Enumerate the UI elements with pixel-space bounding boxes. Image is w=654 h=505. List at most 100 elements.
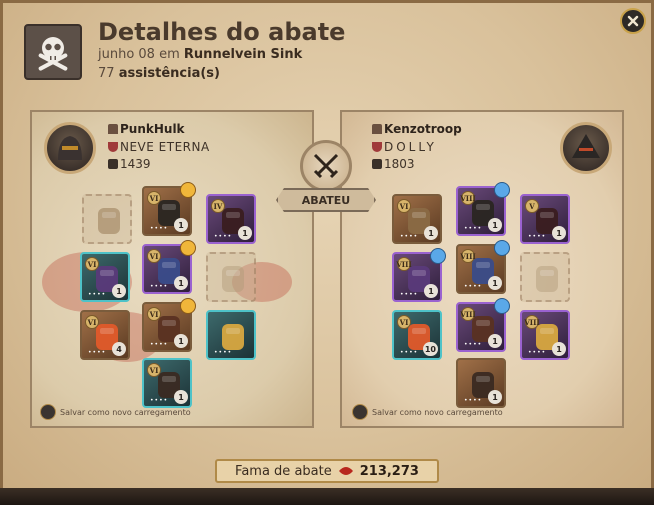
quality-dots: •••• <box>464 397 483 404</box>
victim-slot-cape[interactable]: V 1 •••• <box>520 194 570 244</box>
assist-line: 77 assistência(s) <box>98 66 220 81</box>
victim-save-loadout[interactable]: Salvar como novo carregamento <box>352 404 503 420</box>
victim-guild-text: DOLLY <box>384 140 437 154</box>
tier-badge: VIII <box>524 315 540 329</box>
item-power-icon <box>108 159 118 169</box>
tier-badge: VI <box>147 307 161 321</box>
assist-count: 77 <box>98 66 115 81</box>
player-icon <box>108 124 118 134</box>
bottom-strip <box>0 488 654 505</box>
player-icon <box>372 124 382 134</box>
killer-guild-text: NEVE ETERNA <box>120 140 210 154</box>
killer-save-label: Salvar como novo carregamento <box>60 407 191 417</box>
quality-dots: •••• <box>150 225 169 232</box>
enchantment-icon <box>494 298 510 314</box>
victim-ip-text: 1803 <box>384 157 415 171</box>
tier-badge: VI <box>147 249 161 263</box>
victim-slot-boots[interactable]: VIII 1 •••• <box>456 298 510 352</box>
victim-slot-food[interactable]: VIII 1 •••• <box>520 310 570 360</box>
killer-ip-text: 1439 <box>120 157 151 171</box>
quantity-badge: 4 <box>112 342 126 356</box>
killer-slot-food[interactable]: •••• <box>206 310 256 360</box>
offhand-icon <box>214 260 252 298</box>
guild-shield-icon <box>108 142 118 152</box>
killer-guild: NEVE ETERNA <box>108 140 210 154</box>
tier-badge: VI <box>85 315 99 329</box>
killer-save-loadout[interactable]: Salvar como novo carregamento <box>40 404 191 420</box>
quantity-badge: 1 <box>174 390 188 404</box>
killer-slot-offhand[interactable] <box>206 252 256 302</box>
killer-slot-potion[interactable]: VI 4 •••• <box>80 310 130 360</box>
tier-badge: VIII <box>460 307 476 321</box>
enchantment-icon <box>430 248 446 264</box>
quantity-badge: 1 <box>112 284 126 298</box>
quality-dots: •••• <box>400 349 419 356</box>
victim-slot-offhand[interactable] <box>520 252 570 302</box>
victim-slot-chest[interactable]: VIII 1 •••• <box>456 240 510 294</box>
killer-slot-boots[interactable]: VI 1 •••• <box>142 298 196 352</box>
quantity-badge: 1 <box>488 390 502 404</box>
victim-avatar[interactable] <box>560 122 612 174</box>
victim-name-text: Kenzotroop <box>384 122 462 136</box>
killer-name-text: PunkHulk <box>120 122 185 136</box>
killer-slot-head[interactable]: VI 1 •••• <box>142 182 196 236</box>
quantity-badge: 1 <box>488 276 502 290</box>
crossed-swords-medal <box>300 140 352 192</box>
close-button[interactable] <box>620 8 646 34</box>
killer-slot-weapon[interactable]: VI 1 •••• <box>80 252 130 302</box>
item-power-icon <box>372 159 382 169</box>
victim-slot-weapon[interactable]: VIII 1 •••• <box>392 248 446 302</box>
helmet-icon <box>58 136 82 160</box>
victim-slot-potion[interactable]: VI 10 •••• <box>392 310 442 360</box>
enchantment-icon <box>180 298 196 314</box>
save-loadout-icon <box>40 404 56 420</box>
quantity-badge: 1 <box>238 226 252 240</box>
killer-slot-bag[interactable] <box>82 194 132 244</box>
enchantment-icon <box>494 240 510 256</box>
victim-slot-mount[interactable]: 1 •••• <box>456 358 506 408</box>
killer-avatar[interactable] <box>44 122 96 174</box>
killer-slot-mount[interactable]: VI 1 •••• <box>142 358 192 408</box>
quality-dots: •••• <box>150 397 169 404</box>
assist-label: assistência(s) <box>118 66 220 81</box>
page-title: Detalhes do abate <box>98 18 346 46</box>
fame-value: 213,273 <box>359 463 419 479</box>
date-preposition: em <box>159 47 180 62</box>
save-loadout-icon <box>352 404 368 420</box>
quantity-badge: 1 <box>424 284 438 298</box>
skull-crossbones-icon <box>24 24 82 80</box>
victim-slot-bag[interactable]: VI 1 •••• <box>392 194 442 244</box>
kill-fame-bar: Fama de abate 213,273 <box>215 459 439 483</box>
fame-icon <box>338 467 353 475</box>
quality-dots: •••• <box>88 291 107 298</box>
quality-dots: •••• <box>400 291 419 298</box>
quality-dots: •••• <box>464 341 483 348</box>
tier-badge: VIII <box>396 257 412 271</box>
killer-slot-chest[interactable]: VI 1 •••• <box>142 240 196 294</box>
tier-badge: VIII <box>460 191 476 205</box>
crossed-swords-icon <box>313 153 339 179</box>
quality-dots: •••• <box>464 225 483 232</box>
guild-shield-icon <box>372 142 382 152</box>
quality-dots: •••• <box>528 349 547 356</box>
victim-ip: 1803 <box>372 157 415 171</box>
fame-label: Fama de abate <box>235 463 332 479</box>
kill-date-location: junho 08 em Runnelvein Sink <box>98 47 302 62</box>
tier-badge: VI <box>85 257 99 271</box>
tier-badge: IV <box>211 199 225 213</box>
quantity-badge: 1 <box>424 226 438 240</box>
killer-name: PunkHulk <box>108 122 185 136</box>
killer-ip: 1439 <box>108 157 151 171</box>
killer-slot-cape[interactable]: IV 1 •••• <box>206 194 256 244</box>
quantity-badge: 10 <box>422 342 438 356</box>
tier-badge: VI <box>147 191 161 205</box>
quantity-badge: 1 <box>174 218 188 232</box>
tier-badge: VIII <box>460 249 476 263</box>
kill-verb-label: ABATEU <box>276 188 376 212</box>
enchantment-icon <box>180 240 196 256</box>
quantity-badge: 1 <box>552 342 566 356</box>
victim-slot-head[interactable]: VIII 1 •••• <box>456 182 510 236</box>
quantity-badge: 1 <box>488 218 502 232</box>
hooded-helmet-icon <box>572 134 600 158</box>
bag-icon <box>90 202 128 240</box>
